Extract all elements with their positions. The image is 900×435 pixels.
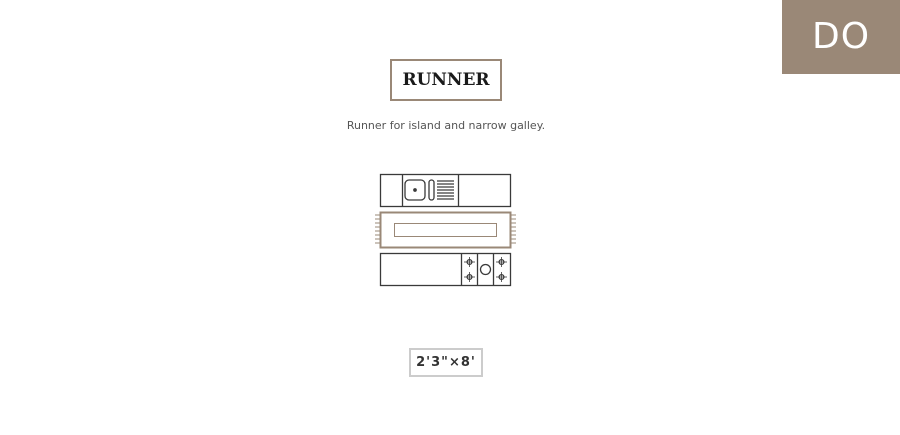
cooktop-counter-icon xyxy=(379,252,512,287)
rug-size-label: 2'3"×8' xyxy=(416,355,476,370)
do-badge: DO xyxy=(782,0,900,74)
runner-rug-icon xyxy=(375,211,516,249)
page-title: RUNNER xyxy=(402,70,490,90)
kitchen-layout-diagram xyxy=(375,173,516,287)
rug-size-box: 2'3"×8' xyxy=(409,348,483,377)
layout-description: Runner for island and narrow galley. xyxy=(346,119,546,132)
page-title-box: RUNNER xyxy=(390,59,502,101)
sink-counter-icon xyxy=(379,173,512,208)
